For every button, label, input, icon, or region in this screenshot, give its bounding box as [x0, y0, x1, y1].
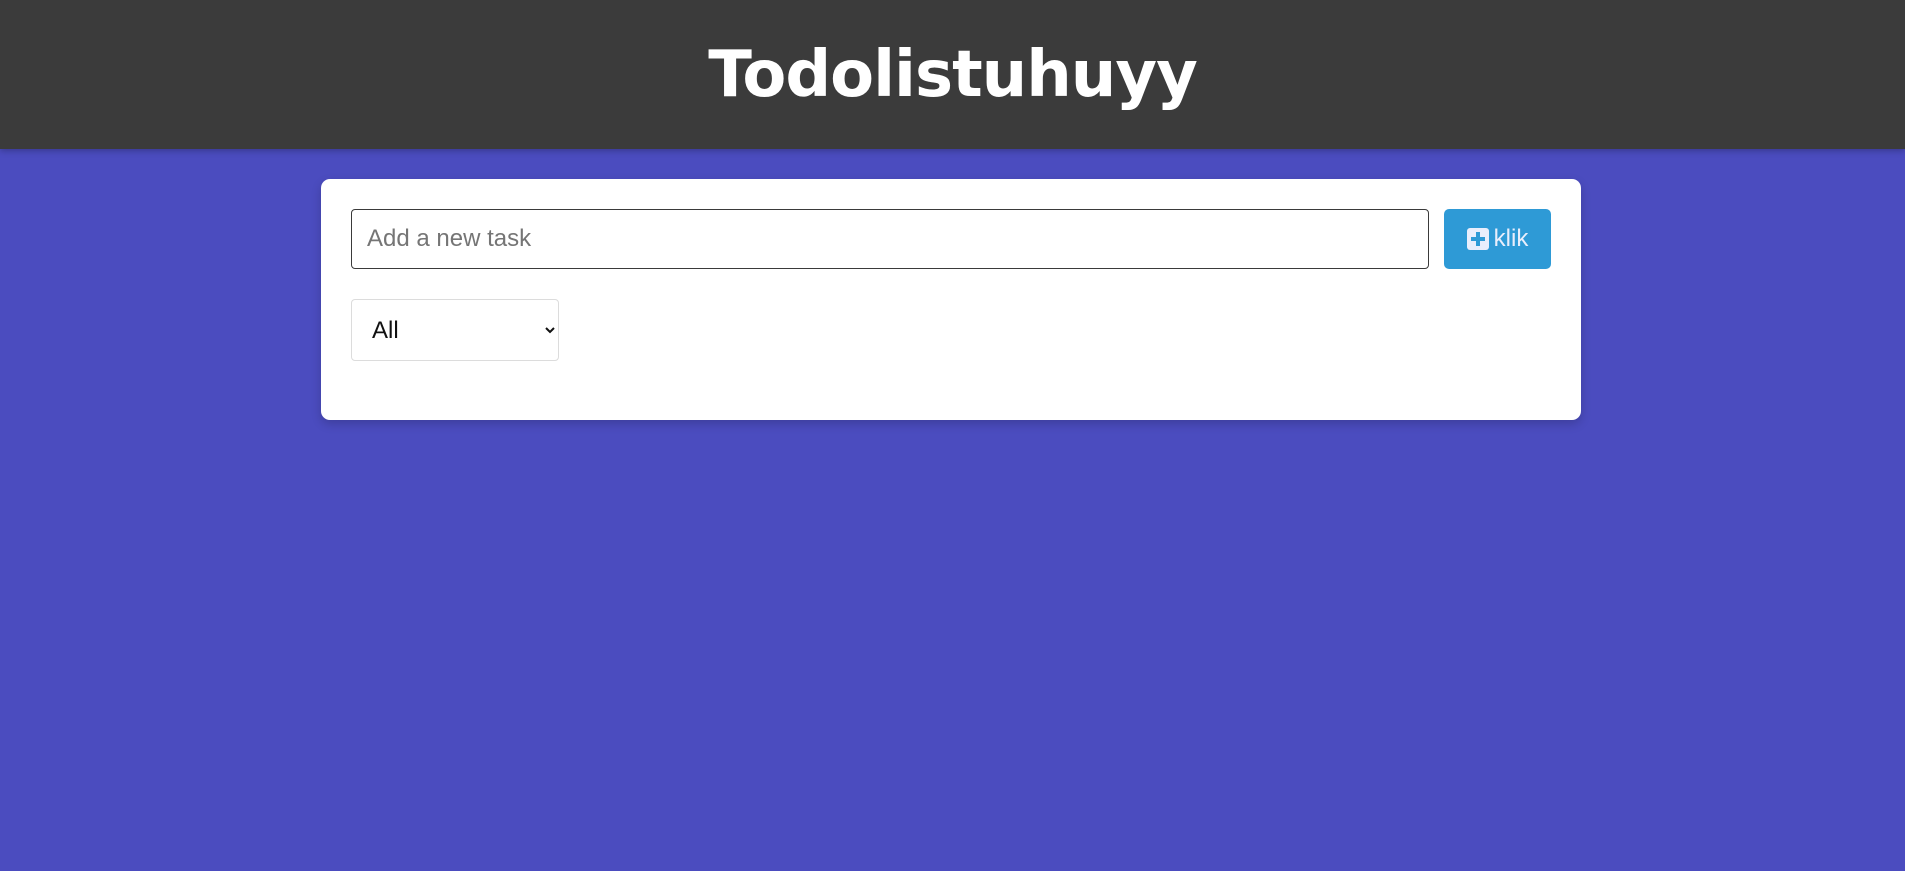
page-title: Todolistuhuyy [708, 37, 1198, 112]
add-task-button[interactable]: klik [1444, 209, 1551, 269]
app-header: Todolistuhuyy [0, 0, 1905, 149]
filter-select[interactable]: All [351, 299, 559, 361]
new-task-input[interactable] [351, 209, 1429, 269]
add-task-button-label: klik [1493, 225, 1529, 252]
plus-square-icon [1466, 228, 1489, 250]
todo-form-card: klik All [321, 179, 1581, 420]
